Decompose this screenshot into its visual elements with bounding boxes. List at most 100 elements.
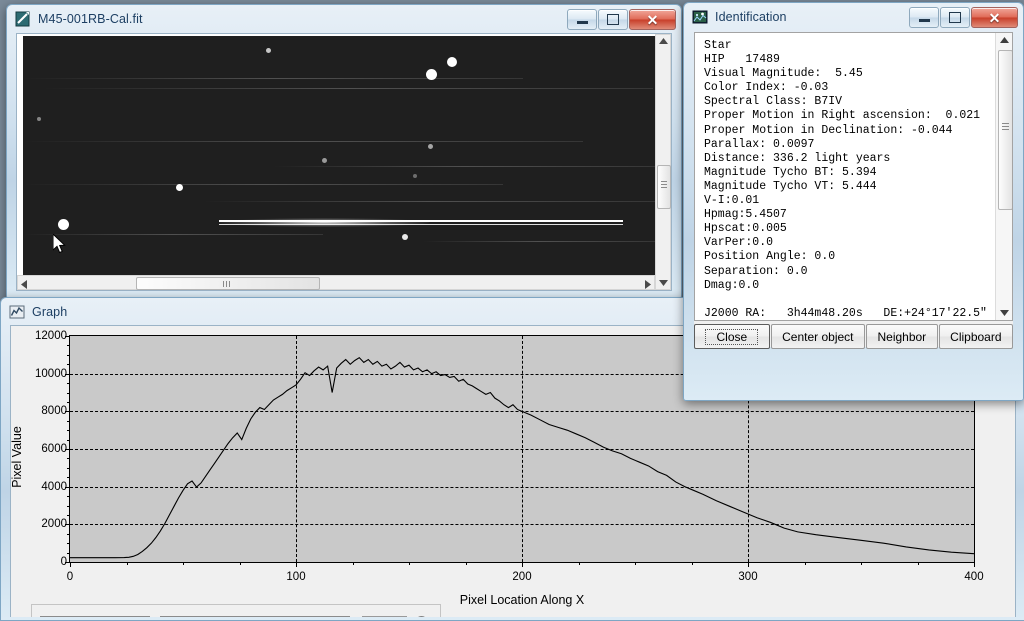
identification-window-controls: ✕ xyxy=(908,7,1018,28)
x-tick-mark xyxy=(974,562,975,567)
x-minor-tick xyxy=(917,562,919,565)
y-minor-tick xyxy=(67,543,70,545)
star-point xyxy=(413,174,417,178)
y-minor-tick xyxy=(67,401,70,403)
graph-curve-icon xyxy=(9,305,25,319)
y-minor-tick xyxy=(67,345,70,347)
image-horizontal-scrollbar[interactable] xyxy=(17,275,655,290)
graph-value-field[interactable] xyxy=(256,616,258,617)
y-tick-label: 0 xyxy=(60,556,67,568)
image-vscroll-thumb[interactable] xyxy=(657,165,671,209)
fits-image-icon xyxy=(15,11,30,27)
y-minor-tick xyxy=(67,439,70,441)
image-window-controls: ✕ xyxy=(566,9,676,30)
identification-title: Identification xyxy=(715,10,787,24)
mean-radio-label: Mean xyxy=(430,616,458,617)
y-minor-tick xyxy=(67,458,70,460)
gridline-vertical xyxy=(522,336,523,562)
y-minor-tick xyxy=(67,467,70,469)
x-minor-tick xyxy=(126,562,128,565)
x-tick-mark xyxy=(70,562,71,567)
mean-radio[interactable] xyxy=(415,616,428,617)
identification-text-panel[interactable]: Star HIP 17489 Visual Magnitude: 5.45 Co… xyxy=(694,32,1013,321)
close-button[interactable]: ✕ xyxy=(971,7,1018,28)
graph-source-combo[interactable] xyxy=(160,616,350,617)
y-minor-tick xyxy=(67,552,70,554)
scroll-down-icon[interactable] xyxy=(1000,310,1009,316)
x-tick-mark xyxy=(748,562,749,567)
graph-control-bar[interactable]: Mean xyxy=(31,604,458,617)
x-minor-tick xyxy=(352,562,354,565)
star-point xyxy=(322,158,327,163)
image-window[interactable]: M45-001RB-Cal.fit ✕ xyxy=(6,4,682,299)
scroll-grip xyxy=(1002,123,1009,130)
mouse-cursor xyxy=(53,234,66,254)
star-point xyxy=(58,219,69,230)
image-window-titlebar[interactable]: M45-001RB-Cal.fit ✕ xyxy=(7,5,681,33)
center-object-button[interactable]: Center object xyxy=(770,324,865,349)
identification-client-area: Star HIP 17489 Visual Magnitude: 5.45 Co… xyxy=(694,32,1014,349)
y-minor-tick xyxy=(67,364,70,366)
x-minor-tick xyxy=(183,562,184,565)
identification-text: Star HIP 17489 Visual Magnitude: 5.45 Co… xyxy=(704,39,987,320)
x-minor-tick xyxy=(239,562,241,565)
fits-image-canvas[interactable] xyxy=(23,36,655,282)
x-tick-label: 300 xyxy=(738,571,758,583)
graph-mode-combo[interactable] xyxy=(40,616,150,617)
identification-icon xyxy=(692,10,708,24)
scroll-down-icon[interactable] xyxy=(659,280,668,286)
image-hscroll-thumb[interactable] xyxy=(136,277,320,290)
image-window-title: M45-001RB-Cal.fit xyxy=(38,12,143,26)
star-point xyxy=(428,144,433,149)
y-minor-tick xyxy=(67,354,70,356)
y-minor-tick xyxy=(67,420,70,422)
y-minor-tick xyxy=(67,533,70,535)
close-button[interactable]: ✕ xyxy=(629,9,676,30)
y-minor-tick xyxy=(67,383,70,385)
neighbor-button[interactable]: Neighbor xyxy=(866,324,938,349)
y-tick-label: 8000 xyxy=(41,405,67,418)
star-point xyxy=(37,117,41,121)
minimize-button[interactable] xyxy=(567,9,597,30)
image-vertical-scrollbar[interactable] xyxy=(655,34,671,290)
y-minor-tick xyxy=(67,477,70,479)
y-minor-tick xyxy=(67,505,70,507)
maximize-button[interactable] xyxy=(940,7,970,28)
y-minor-tick xyxy=(67,496,70,498)
identification-button-row: Close Center object Neighbor Clipboard xyxy=(694,324,1014,349)
scroll-left-icon[interactable] xyxy=(21,280,27,289)
profile-trace-line xyxy=(219,220,623,222)
y-tick-label: 12000 xyxy=(35,330,67,342)
x-tick-label: 200 xyxy=(512,571,532,583)
close-button[interactable]: Close xyxy=(694,324,770,349)
x-minor-tick xyxy=(804,562,806,565)
scroll-grip xyxy=(223,281,230,287)
scroll-up-icon[interactable] xyxy=(659,38,668,44)
maximize-button[interactable] xyxy=(598,9,628,30)
clipboard-button[interactable]: Clipboard xyxy=(938,324,1014,349)
y-tick-label: 4000 xyxy=(41,480,67,493)
star-point xyxy=(426,69,437,80)
minimize-button[interactable] xyxy=(909,7,939,28)
scroll-up-icon[interactable] xyxy=(1000,37,1009,43)
scroll-grip xyxy=(661,181,667,188)
y-axis-label: Pixel Value xyxy=(10,426,24,488)
graph-number-field[interactable] xyxy=(362,616,407,617)
identification-dialog[interactable]: Identification ✕ Star HIP 17489 Visual M… xyxy=(683,2,1024,401)
y-minor-tick xyxy=(67,514,70,516)
x-minor-tick xyxy=(635,562,636,565)
y-minor-tick xyxy=(67,430,70,432)
x-minor-tick xyxy=(578,562,580,565)
identification-titlebar[interactable]: Identification ✕ xyxy=(684,3,1023,31)
identification-scrollbar[interactable] xyxy=(995,33,1012,320)
scroll-right-icon[interactable] xyxy=(645,280,651,289)
star-point xyxy=(402,234,408,240)
x-minor-tick xyxy=(861,562,862,565)
x-tick-label: 100 xyxy=(286,571,306,583)
y-tick-label: 2000 xyxy=(41,518,67,531)
x-minor-tick xyxy=(691,562,693,565)
x-tick-label: 400 xyxy=(964,571,984,583)
x-tick-mark xyxy=(296,562,297,567)
y-tick-label: 10000 xyxy=(35,367,67,380)
identification-scroll-thumb[interactable] xyxy=(998,50,1012,210)
